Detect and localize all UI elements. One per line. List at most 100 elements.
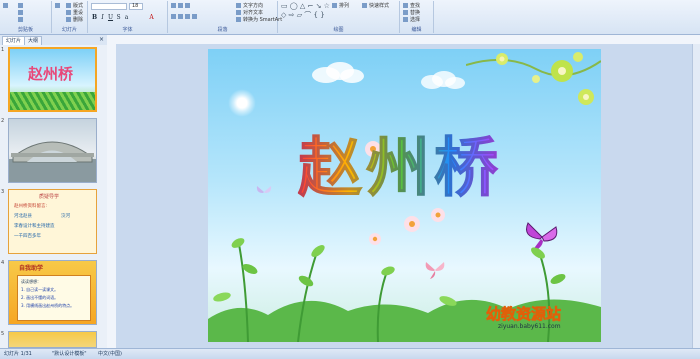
paragraph-group: 文字方向 对齐文本 转换为 SmartArt 段落 — [168, 1, 282, 33]
tab-outline[interactable]: 大纲 — [24, 36, 43, 45]
replace-button[interactable]: 替换 — [403, 10, 420, 16]
clipboard-group: 剪贴板 — [0, 1, 52, 33]
slide-thumbnail-4[interactable]: 自我助学 读读想想： 1. 自己读一读课文。 2. 画出不懂的词语。 3. 用横… — [8, 260, 97, 325]
slide-thumbnail-3[interactable]: 质疑导学 赵州桥资料留言: 河北赵县 洨河 李春设计和主持建造 一千四百多年 — [8, 189, 97, 254]
clipboard-caption: 剪贴板 — [17, 27, 33, 33]
logo-text: 幼教资源站 — [486, 305, 562, 324]
scissors-icon — [18, 3, 23, 8]
align-left-icon — [171, 14, 176, 19]
layout-button[interactable]: 版式 — [66, 3, 83, 9]
thumb-number: 5 — [1, 331, 5, 337]
thumb-line: 李春设计和主持建造 — [14, 224, 55, 229]
editing-group: 查找 替换 选择 编辑 — [400, 1, 434, 33]
shapes-gallery-row2[interactable]: ◇ ⇨ ▱ ⌒ { } — [281, 12, 325, 19]
slide-thumbnail-2[interactable] — [8, 118, 97, 183]
thumb-number: 2 — [1, 118, 5, 124]
brush-icon — [18, 17, 23, 22]
font-color-button[interactable]: A — [148, 14, 155, 21]
thumb-title: 质疑导学 — [39, 194, 60, 200]
arrange-button[interactable]: 排列 — [332, 3, 349, 9]
arrange-icon — [332, 3, 337, 8]
vertical-scrollbar[interactable] — [692, 44, 700, 348]
delete-icon — [66, 17, 71, 22]
select-button[interactable]: 选择 — [403, 17, 420, 23]
font-caption: 字体 — [122, 27, 133, 33]
quick-styles-button[interactable]: 快速样式 — [362, 3, 389, 9]
delete-button[interactable]: 删除 — [66, 17, 83, 23]
smartart-icon — [236, 17, 241, 22]
butterfly-icon — [256, 186, 272, 193]
thumb-line: 赵州桥资料留言: — [14, 204, 48, 209]
drawing-caption: 绘图 — [333, 27, 344, 33]
text-direction-button[interactable]: 文字方向 — [236, 3, 263, 9]
shadow-button[interactable]: S — [115, 14, 122, 21]
thumb-number: 3 — [1, 189, 5, 195]
logo-url: ziyuan.baby611.com — [498, 323, 561, 330]
thumb-line: 读读想想： — [21, 279, 41, 284]
status-bar: 幻灯片 1/31 "默认设计模板" 中文(中国) — [0, 348, 700, 359]
thumb-line: 一千四百多年 — [14, 234, 41, 239]
bullets-icon — [171, 3, 176, 8]
cut-button[interactable] — [18, 3, 25, 9]
smartart-button[interactable]: 转换为 SmartArt — [236, 17, 282, 23]
font-group: 18 B I U S a A 字体 — [88, 1, 168, 33]
select-icon — [403, 17, 408, 22]
align-center-icon — [178, 14, 183, 19]
replace-icon — [403, 10, 408, 15]
find-icon — [403, 3, 408, 8]
slide-canvas[interactable]: 赵州桥 幼教资源站 ziyuan.baby611.com — [208, 49, 601, 342]
slide-thumbnail-panel[interactable]: 1 赵州桥 2 3 质疑导学 赵州桥资料留言: 河北赵县 洨河 李春设计和主持建… — [0, 45, 108, 348]
ribbon: 剪贴板 版式 重设 删除 幻灯片 18 B I U S a A 字体 文字方向 … — [0, 0, 700, 35]
editing-caption: 编辑 — [411, 27, 422, 33]
numbering-icon — [178, 3, 183, 8]
font-name-combo[interactable] — [91, 3, 127, 10]
format-painter-button[interactable] — [18, 17, 25, 23]
underline-button[interactable]: U — [107, 14, 114, 21]
thumb-line: 河北赵县 — [14, 214, 32, 219]
quick-styles-icon — [362, 3, 367, 8]
new-slide-icon — [55, 3, 60, 8]
close-icon[interactable]: × — [99, 36, 104, 43]
shapes-gallery[interactable]: ▭ ◯ △ ⌐ ↘ ☆ — [281, 3, 330, 10]
copy-button[interactable] — [18, 10, 25, 16]
bold-button[interactable]: B — [91, 14, 98, 21]
paste-icon — [3, 3, 8, 8]
bridge-photo — [9, 141, 96, 182]
italic-button[interactable]: I — [99, 14, 106, 21]
text-direction-icon — [236, 3, 241, 8]
tab-slides[interactable]: 幻灯片 — [2, 36, 26, 45]
paragraph-caption: 段落 — [217, 27, 228, 33]
grass-decoration — [10, 92, 95, 110]
thumb-title: 赵州桥 — [28, 65, 74, 83]
thumb-line: 洨河 — [61, 214, 70, 219]
thumb-title: 自我助学 — [19, 265, 44, 272]
thumb-number: 4 — [1, 260, 5, 266]
align-buttons[interactable] — [171, 14, 199, 20]
reset-button[interactable]: 重设 — [66, 10, 83, 16]
slide-thumbnail-1[interactable]: 赵州桥 — [8, 47, 97, 112]
thumb-line: 1. 自己读一读课文。 — [21, 287, 59, 292]
slide-thumbnail-5[interactable] — [8, 331, 97, 348]
strikethrough-button[interactable]: a — [123, 14, 130, 21]
align-text-button[interactable]: 对齐文本 — [236, 10, 263, 16]
thumb-line: 3. 用横线画出赵州桥的特点。 — [21, 303, 75, 308]
thumb-number: 1 — [1, 47, 5, 53]
site-logo: 幼教资源站 ziyuan.baby611.com — [478, 301, 596, 335]
align-text-icon — [236, 10, 241, 15]
paste-button[interactable] — [3, 3, 10, 9]
bullets-button[interactable] — [171, 3, 192, 9]
thumb-textbox: 读读想想： 1. 自己读一读课文。 2. 画出不懂的词语。 3. 用横线画出赵州… — [17, 275, 91, 321]
align-right-icon — [185, 14, 190, 19]
slide-title[interactable]: 赵州桥 — [298, 117, 502, 209]
cloud-icon — [421, 71, 465, 89]
indent-icon — [185, 3, 190, 8]
justify-icon — [192, 14, 197, 19]
find-button[interactable]: 查找 — [403, 3, 420, 9]
new-slide-button[interactable] — [55, 3, 62, 9]
thumb-line: 2. 画出不懂的词语。 — [21, 295, 59, 300]
slides-group: 版式 重设 删除 幻灯片 — [52, 1, 88, 33]
copy-icon — [18, 10, 23, 15]
reset-icon — [66, 10, 71, 15]
font-size-combo[interactable]: 18 — [129, 3, 143, 10]
sun-glow — [228, 89, 256, 117]
